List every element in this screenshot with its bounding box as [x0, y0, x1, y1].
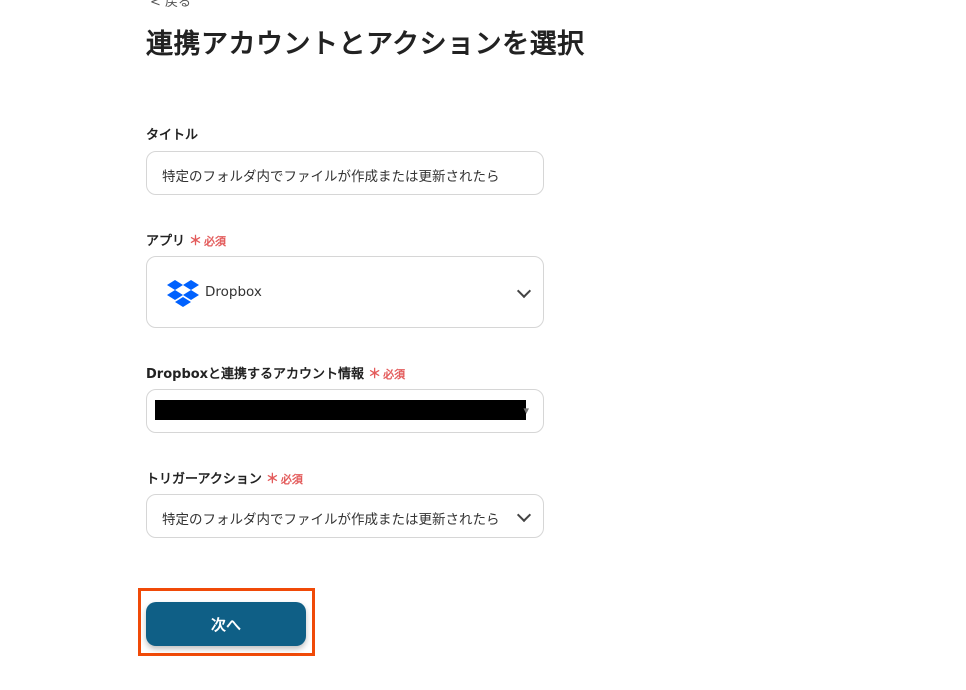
- title-input-value: 特定のフォルダ内でファイルが作成または更新されたら: [162, 169, 500, 185]
- app-select-value: Dropbox: [205, 284, 262, 300]
- title-field-label: タイトル: [146, 128, 199, 143]
- dropbox-icon: [167, 280, 199, 307]
- required-badge: ＊必須: [265, 472, 303, 487]
- trigger-action-select[interactable]: 特定のフォルダ内でファイルが作成または更新されたら: [146, 494, 544, 538]
- app-select[interactable]: Dropbox: [146, 256, 544, 328]
- redacted-account-info: [155, 400, 526, 420]
- chevron-down-icon: [516, 283, 532, 299]
- required-badge: ＊必須: [189, 234, 227, 249]
- next-button[interactable]: 次へ: [146, 602, 306, 646]
- back-link[interactable]: < 戻る: [150, 0, 191, 10]
- account-select[interactable]: ▾: [146, 389, 544, 433]
- account-label-text: Dropboxと連携するアカウント情報: [146, 367, 365, 382]
- page-title: 連携アカウントとアクションを選択: [146, 29, 585, 60]
- title-input[interactable]: 特定のフォルダ内でファイルが作成または更新されたら: [146, 151, 544, 195]
- app-field-label: アプリ＊必須: [146, 230, 226, 249]
- chevron-down-icon: [516, 507, 532, 523]
- trigger-action-value: 特定のフォルダ内でファイルが作成または更新されたら: [162, 512, 500, 528]
- trigger-field-label: トリガーアクション＊必須: [146, 468, 303, 487]
- app-label-text: アプリ: [146, 234, 186, 249]
- dropdown-caret-icon: ▾: [523, 404, 529, 417]
- account-field-label: Dropboxと連携するアカウント情報＊必須: [146, 363, 405, 382]
- required-badge: ＊必須: [368, 367, 406, 382]
- trigger-label-text: トリガーアクション: [146, 472, 262, 487]
